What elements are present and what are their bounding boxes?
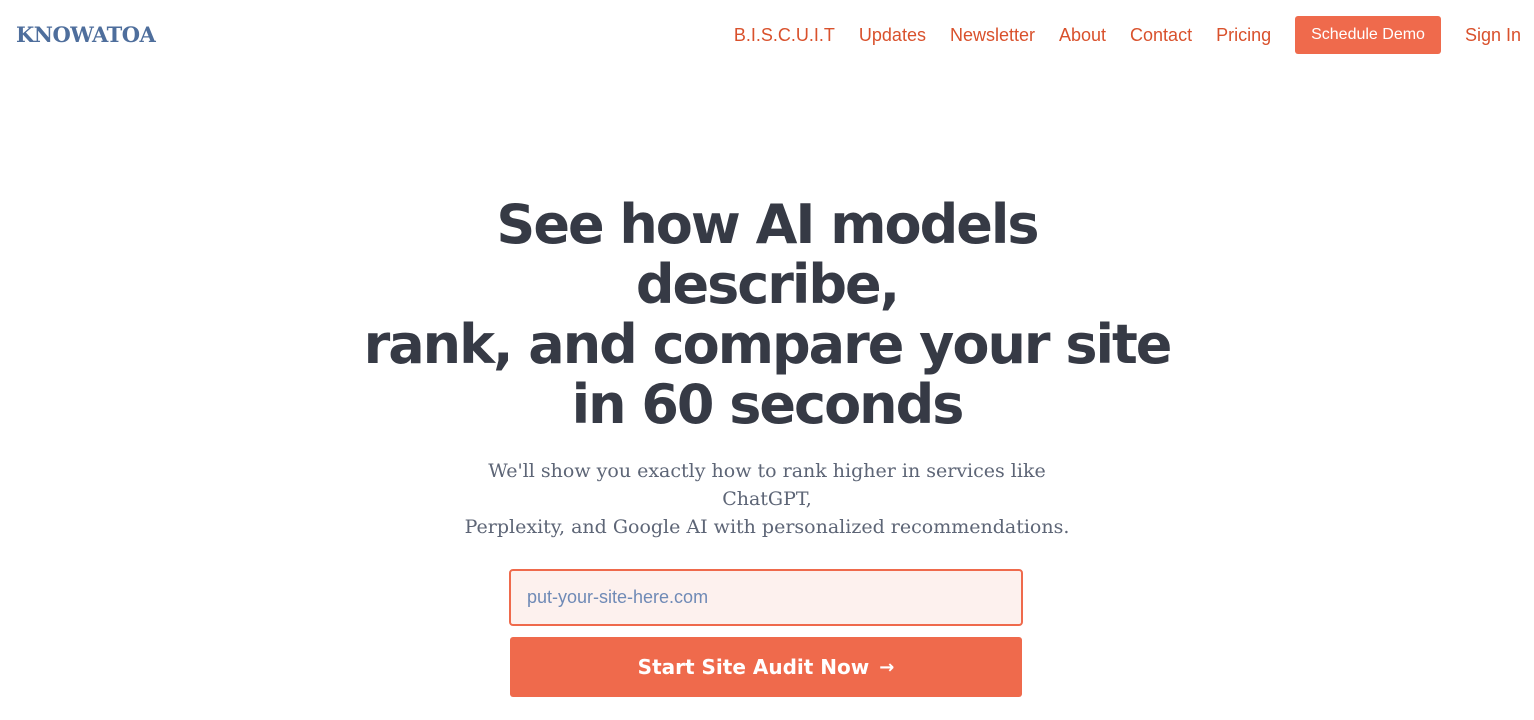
schedule-demo-button[interactable]: Schedule Demo [1295, 16, 1441, 54]
sign-in-link[interactable]: Sign In [1465, 25, 1521, 46]
start-audit-button[interactable]: Start Site Audit Now → [510, 637, 1022, 697]
hero-subtitle-line-1: We'll show you exactly how to rank highe… [488, 460, 1046, 510]
hero-title-line-2: rank, and compare your site [363, 313, 1173, 376]
start-audit-label: Start Site Audit Now [637, 655, 870, 679]
main-nav: B.I.S.C.U.I.T Updates Newsletter About C… [734, 15, 1521, 55]
hero-section: See how AI models describe, rank, and co… [0, 195, 1534, 603]
nav-link-newsletter[interactable]: Newsletter [950, 25, 1035, 46]
nav-link-contact[interactable]: Contact [1130, 25, 1192, 46]
hero-title: See how AI models describe, rank, and co… [357, 195, 1177, 435]
hero-title-line-3: in 60 seconds [571, 373, 965, 436]
knowatoa-logo[interactable]: KNOWATOA [16, 22, 156, 47]
nav-link-pricing[interactable]: Pricing [1216, 25, 1271, 46]
nav-link-biscuit[interactable]: B.I.S.C.U.I.T [734, 25, 835, 46]
hero-title-line-1: See how AI models describe, [496, 193, 1039, 316]
site-header: KNOWATOA B.I.S.C.U.I.T Updates Newslette… [0, 0, 1534, 70]
arrow-right-icon: → [879, 656, 895, 678]
hero-subtitle: We'll show you exactly how to rank highe… [447, 457, 1087, 541]
nav-link-updates[interactable]: Updates [859, 25, 926, 46]
hero-subtitle-line-2: Perplexity, and Google AI with personali… [464, 516, 1070, 538]
site-url-input[interactable] [509, 569, 1023, 626]
nav-link-about[interactable]: About [1059, 25, 1106, 46]
